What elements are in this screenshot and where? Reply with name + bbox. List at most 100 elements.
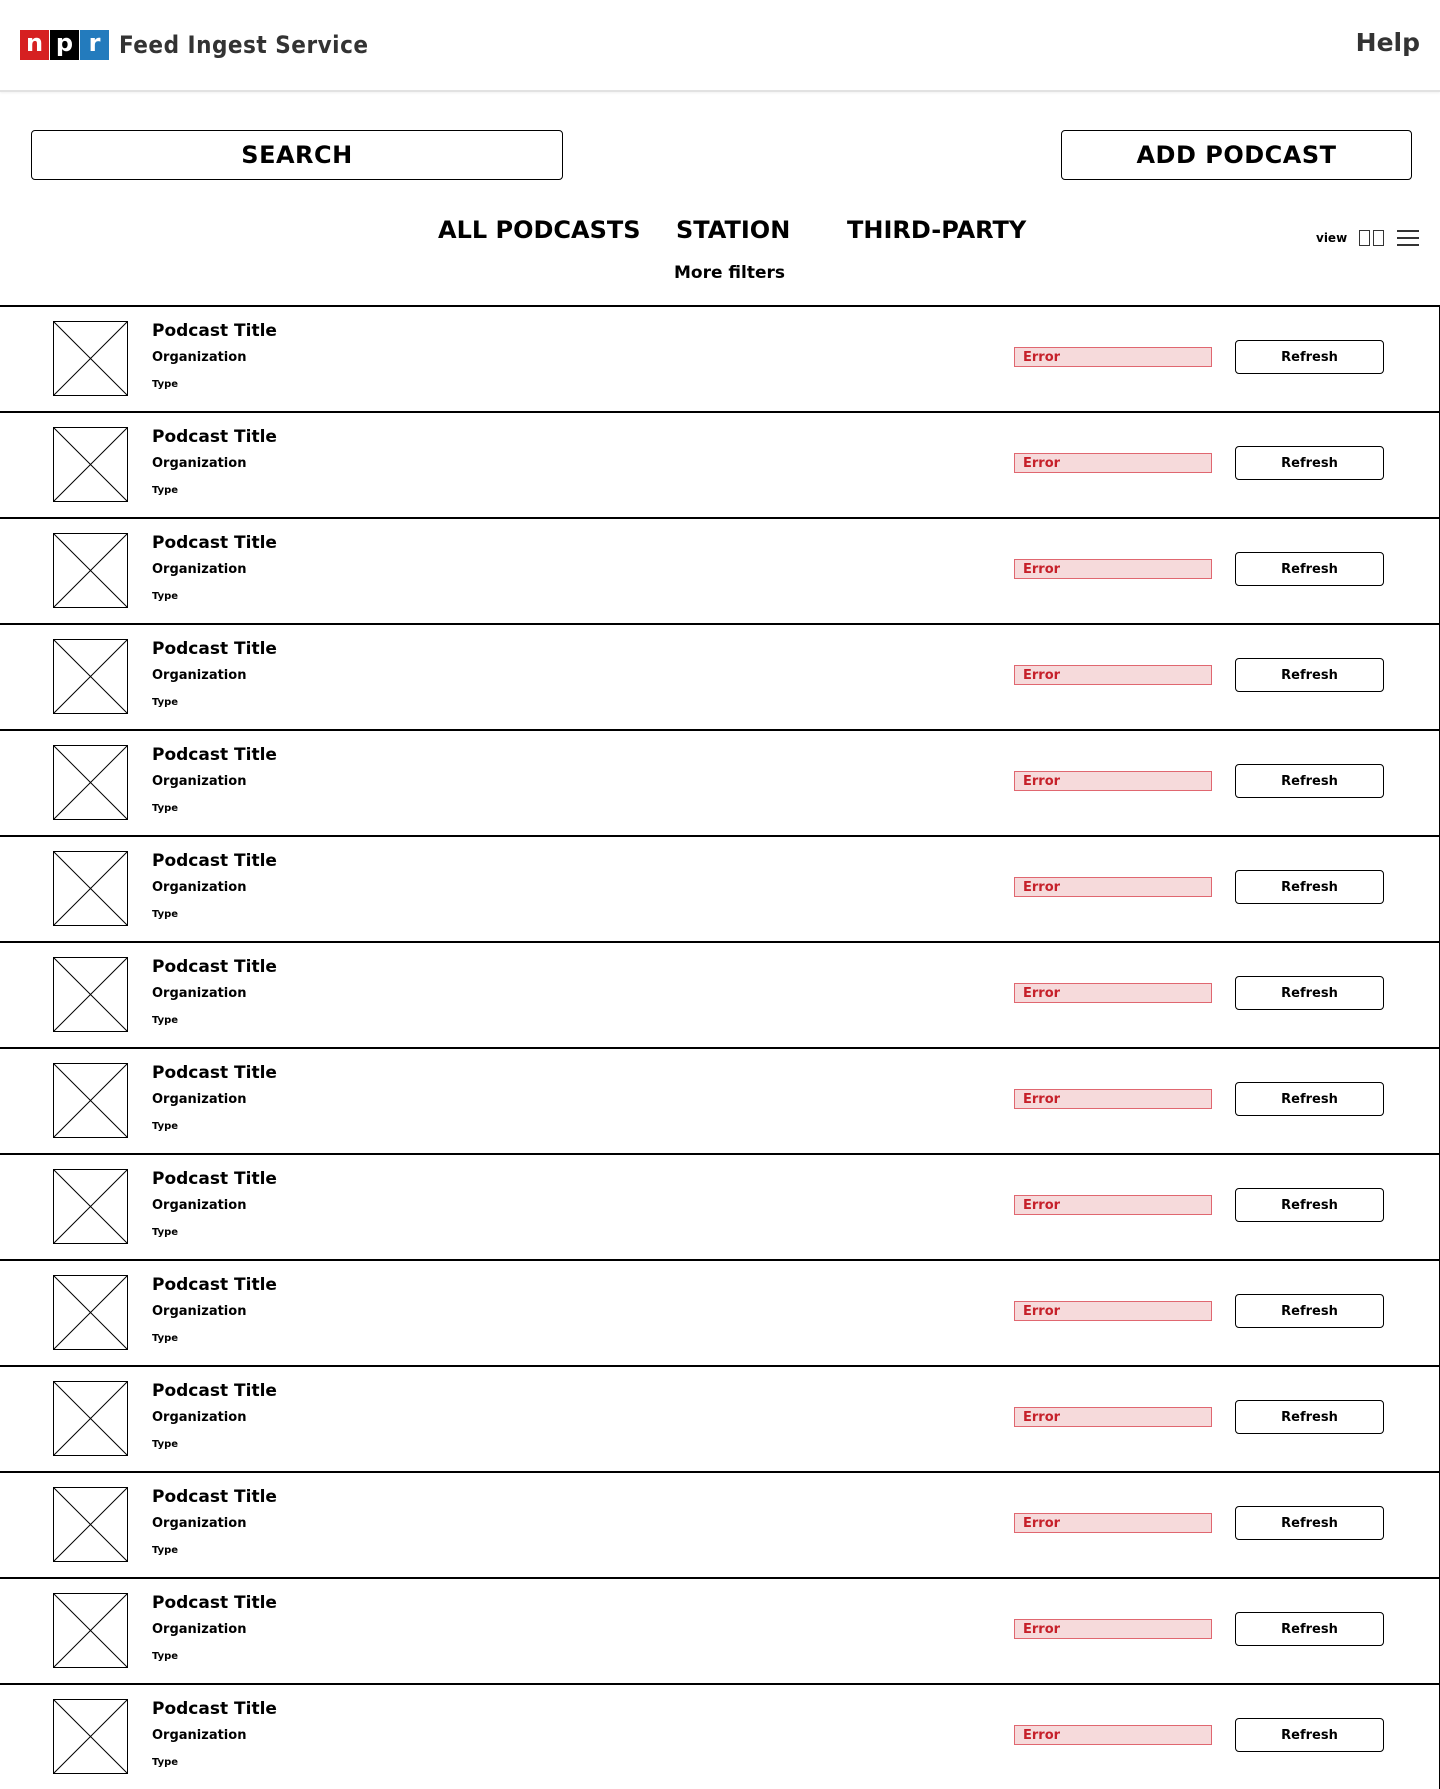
podcast-title[interactable]: Podcast Title	[152, 425, 277, 449]
status-badge: Error	[1014, 771, 1212, 791]
podcast-title[interactable]: Podcast Title	[152, 1061, 277, 1085]
view-label: view	[1316, 231, 1348, 245]
refresh-button[interactable]: Refresh	[1235, 976, 1384, 1010]
podcast-type: Type	[152, 1545, 179, 1556]
status-badge: Error	[1014, 877, 1212, 897]
podcast-row[interactable]: Podcast Title Organization Type Error Refres…	[0, 1577, 1439, 1683]
podcast-title[interactable]: Podcast Title	[152, 955, 277, 979]
podcast-type: Type	[152, 1757, 179, 1768]
grid-view-icon[interactable]	[1359, 230, 1387, 246]
podcast-row[interactable]: Podcast Title Organization Type Error Refres…	[0, 1259, 1439, 1365]
status-badge: Error	[1014, 1619, 1212, 1639]
status-badge: Error	[1014, 1195, 1212, 1215]
refresh-button[interactable]: Refresh	[1235, 1188, 1384, 1222]
podcast-row[interactable]: Podcast Title Organization Type Error Refres…	[0, 623, 1439, 729]
podcast-organization: Organization	[152, 1092, 247, 1107]
podcast-thumbnail-placeholder-icon	[53, 1381, 128, 1456]
search-button[interactable]: Search	[31, 130, 563, 180]
status-badge: Error	[1014, 347, 1212, 367]
podcast-row[interactable]: Podcast Title Organization Type Error Refres…	[0, 1471, 1439, 1577]
podcast-row[interactable]: Podcast Title Organization Type Error Refres…	[0, 411, 1439, 517]
podcast-title[interactable]: Podcast Title	[152, 1273, 277, 1297]
podcast-organization: Organization	[152, 562, 247, 577]
podcast-organization: Organization	[152, 668, 247, 683]
podcast-row[interactable]: Podcast Title Organization Type Error Refres…	[0, 1047, 1439, 1153]
podcast-title[interactable]: Podcast Title	[152, 1379, 277, 1403]
npr-logo[interactable]: n p r	[20, 30, 109, 60]
refresh-button[interactable]: Refresh	[1235, 870, 1384, 904]
status-badge: Error	[1014, 1089, 1212, 1109]
podcast-title[interactable]: Podcast Title	[152, 849, 277, 873]
podcast-title[interactable]: Podcast Title	[152, 743, 277, 767]
logo-letter-r: r	[80, 30, 109, 60]
podcast-row[interactable]: Podcast Title Organization Type Error Refres…	[0, 305, 1439, 411]
podcast-type: Type	[152, 591, 179, 602]
status-badge: Error	[1014, 1725, 1212, 1745]
list-view-icon[interactable]	[1397, 230, 1420, 246]
podcast-type: Type	[152, 379, 179, 390]
podcast-organization: Organization	[152, 774, 247, 789]
refresh-button[interactable]: Refresh	[1235, 446, 1384, 480]
podcast-title[interactable]: Podcast Title	[152, 531, 277, 555]
tab-all-podcasts[interactable]: All Podcasts	[438, 210, 641, 250]
status-badge: Error	[1014, 453, 1212, 473]
refresh-button[interactable]: Refresh	[1235, 1506, 1384, 1540]
podcast-type: Type	[152, 909, 179, 920]
status-badge: Error	[1014, 665, 1212, 685]
refresh-button[interactable]: Refresh	[1235, 340, 1384, 374]
podcast-row[interactable]: Podcast Title Organization Type Error Refres…	[0, 517, 1439, 623]
podcast-row[interactable]: Podcast Title Organization Type Error Refres…	[0, 941, 1439, 1047]
podcast-row[interactable]: Podcast Title Organization Type Error Refres…	[0, 1365, 1439, 1471]
podcast-title[interactable]: Podcast Title	[152, 1591, 277, 1615]
refresh-button[interactable]: Refresh	[1235, 1400, 1384, 1434]
podcast-organization: Organization	[152, 350, 247, 365]
logo-letter-p: p	[50, 30, 79, 60]
podcast-title[interactable]: Podcast Title	[152, 1167, 277, 1191]
podcast-type: Type	[152, 1651, 179, 1662]
refresh-button[interactable]: Refresh	[1235, 764, 1384, 798]
podcast-thumbnail-placeholder-icon	[53, 533, 128, 608]
view-toggle: view	[1316, 226, 1420, 250]
podcast-organization: Organization	[152, 1516, 247, 1531]
podcast-organization: Organization	[152, 1622, 247, 1637]
refresh-button[interactable]: Refresh	[1235, 1082, 1384, 1116]
podcast-type: Type	[152, 1015, 179, 1026]
refresh-button[interactable]: Refresh	[1235, 1612, 1384, 1646]
tab-station[interactable]: Station	[676, 210, 790, 250]
logo-letter-n: n	[20, 30, 49, 60]
podcast-row[interactable]: Podcast Title Organization Type Error Refres…	[0, 1153, 1439, 1259]
add-podcast-button[interactable]: Add Podcast	[1061, 130, 1412, 180]
podcast-thumbnail-placeholder-icon	[53, 639, 128, 714]
podcast-title[interactable]: Podcast Title	[152, 319, 277, 343]
more-filters-link[interactable]: More filters	[674, 260, 785, 286]
status-badge: Error	[1014, 1301, 1212, 1321]
podcast-thumbnail-placeholder-icon	[53, 1063, 128, 1138]
refresh-button[interactable]: Refresh	[1235, 552, 1384, 586]
podcast-organization: Organization	[152, 986, 247, 1001]
status-badge: Error	[1014, 1513, 1212, 1533]
status-badge: Error	[1014, 1407, 1212, 1427]
podcast-type: Type	[152, 803, 179, 814]
refresh-button[interactable]: Refresh	[1235, 658, 1384, 692]
podcast-organization: Organization	[152, 1410, 247, 1425]
podcast-row[interactable]: Podcast Title Organization Type Error Refres…	[0, 835, 1439, 941]
refresh-button[interactable]: Refresh	[1235, 1294, 1384, 1328]
podcast-thumbnail-placeholder-icon	[53, 1699, 128, 1774]
podcast-list: Podcast Title Organization Type Error Refres…	[0, 305, 1440, 1789]
podcast-thumbnail-placeholder-icon	[53, 1487, 128, 1562]
podcast-title[interactable]: Podcast Title	[152, 1697, 277, 1721]
podcast-thumbnail-placeholder-icon	[53, 1169, 128, 1244]
podcast-organization: Organization	[152, 1728, 247, 1743]
podcast-row[interactable]: Podcast Title Organization Type Error Refres…	[0, 729, 1439, 835]
refresh-button[interactable]: Refresh	[1235, 1718, 1384, 1752]
app-title: Feed Ingest Service	[119, 31, 369, 59]
help-link[interactable]: Help	[1356, 26, 1420, 60]
podcast-organization: Organization	[152, 1304, 247, 1319]
podcast-type: Type	[152, 1439, 179, 1450]
podcast-row[interactable]: Podcast Title Organization Type Error Refres…	[0, 1683, 1439, 1789]
tab-third-party[interactable]: Third-Party	[847, 210, 1026, 250]
podcast-title[interactable]: Podcast Title	[152, 1485, 277, 1509]
podcast-title[interactable]: Podcast Title	[152, 637, 277, 661]
podcast-thumbnail-placeholder-icon	[53, 957, 128, 1032]
podcast-organization: Organization	[152, 456, 247, 471]
